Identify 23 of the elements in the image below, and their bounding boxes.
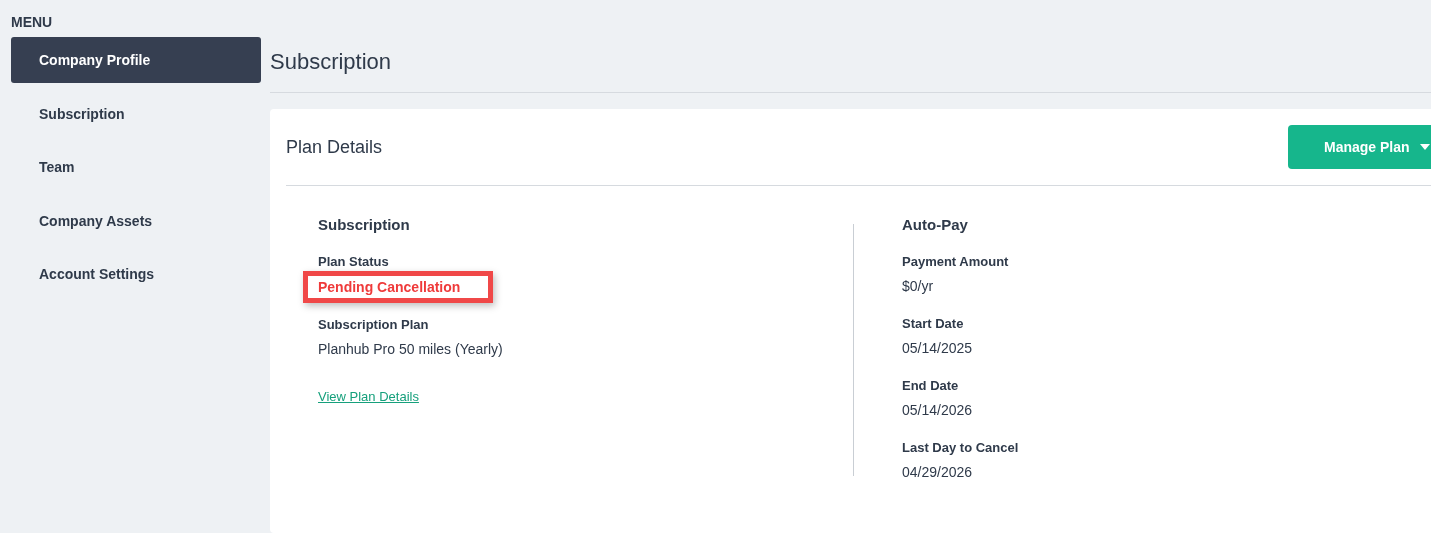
- field-label: Subscription Plan: [318, 317, 429, 332]
- caret-icon: [1419, 144, 1430, 150]
- field-label: Plan Status: [318, 254, 389, 269]
- field-value: $0/yr: [902, 277, 934, 295]
- section-title: Auto-Pay: [902, 216, 969, 233]
- field-label: End Date: [902, 378, 959, 393]
- field-value: Planhub Pro 50 miles (Yearly): [318, 340, 503, 358]
- field-value: 05/14/2026: [902, 401, 973, 419]
- field-label: Start Date: [902, 316, 964, 331]
- sidebar-item[interactable]: Team: [11, 144, 261, 190]
- field-label: Last Day to Cancel: [902, 440, 1019, 455]
- field-value: 05/14/2025: [902, 339, 973, 357]
- sidebar-item[interactable]: Company Profile: [11, 37, 261, 83]
- menu-heading: MENU: [11, 14, 54, 30]
- sidebar-item[interactable]: Account Settings: [11, 251, 261, 297]
- field-value: 04/29/2026: [902, 463, 973, 481]
- sidebar-item[interactable]: Company Assets: [11, 197, 261, 244]
- section-title: Subscription: [318, 216, 411, 233]
- card-title: Plan Details: [286, 136, 383, 158]
- field-label: Payment Amount: [902, 254, 1009, 269]
- status-value: Pending Cancellation: [318, 278, 461, 296]
- page-title: Subscription: [270, 48, 393, 76]
- sidebar-item[interactable]: Subscription: [11, 90, 261, 137]
